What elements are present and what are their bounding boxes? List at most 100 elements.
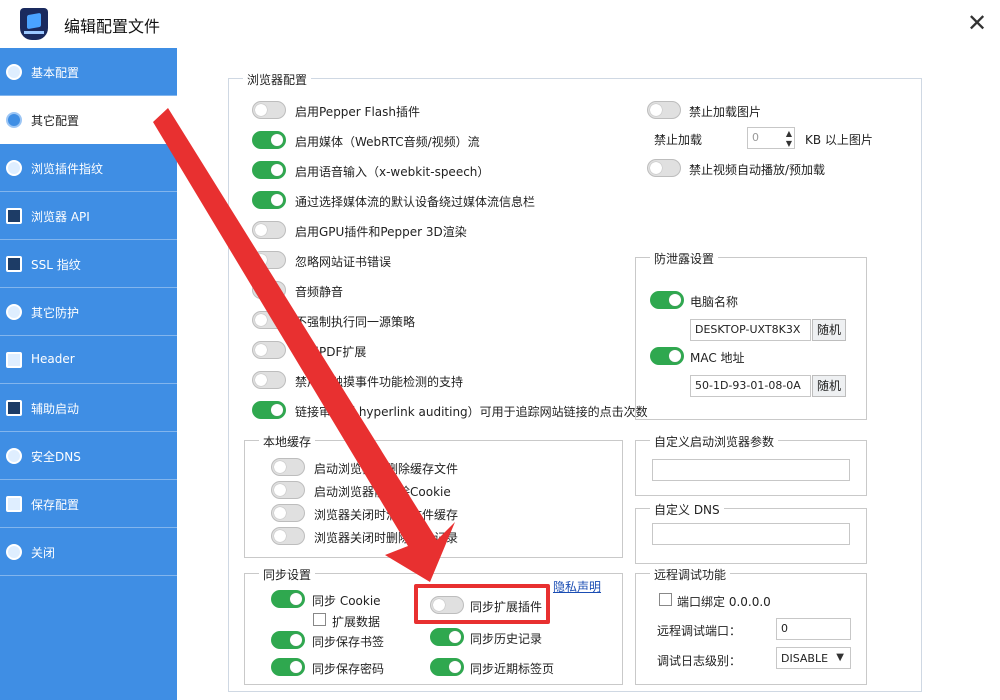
mac-address-field[interactable]: 50-1D-93-01-08-0A xyxy=(690,375,811,397)
toggle-label: 同步保存密码 xyxy=(312,662,385,676)
sidebar-item-api[interactable]: 浏览器 API xyxy=(0,192,177,240)
toggle-label: 同步 Cookie xyxy=(312,594,381,608)
group-legend: 远程调试功能 xyxy=(650,566,731,583)
chevron-down-icon: ▼ xyxy=(836,652,844,663)
toggle-sync-recent-tabs[interactable] xyxy=(430,658,464,676)
spin-down-icon[interactable]: ▼ xyxy=(786,139,792,148)
toggle-block-autoplay[interactable] xyxy=(647,159,681,177)
checkbox-label: 端口绑定 0.0.0.0 xyxy=(677,595,771,609)
sidebar-item-close[interactable]: 关闭 xyxy=(0,528,177,576)
group-legend: 本地缓存 xyxy=(259,433,316,450)
toggle-hyperlink-audit[interactable] xyxy=(252,401,286,419)
toggle-label: 音频静音 xyxy=(295,285,344,299)
custom-dns-input[interactable] xyxy=(652,523,850,545)
sidebar-item-label: 安全DNS xyxy=(31,450,81,464)
toggle-sync-history[interactable] xyxy=(430,628,464,646)
sidebar-item-launch[interactable]: 辅助启动 xyxy=(0,384,177,432)
toggle-label: 通过选择媒体流的默认设备绕过媒体流信息栏 xyxy=(295,195,536,209)
custom-params-input[interactable] xyxy=(652,459,850,481)
sidebar-item-label: 其它防护 xyxy=(31,306,80,320)
group-legend: 自定义 DNS xyxy=(650,501,724,518)
sidebar-item-other[interactable]: 其它配置 xyxy=(0,96,177,144)
group-legend: 同步设置 xyxy=(259,566,316,583)
sidebar: 基本配置 其它配置 浏览插件指纹 浏览器 API SSL 指纹 其它防护 Hea… xyxy=(0,48,177,700)
group-legend: 防泄露设置 xyxy=(650,250,719,267)
toggle-label: 电脑名称 xyxy=(690,295,739,309)
block-size-suffix: KB 以上图片 xyxy=(805,133,873,147)
highlight-box xyxy=(414,584,550,624)
toggle-clear-cookie[interactable] xyxy=(271,481,305,499)
toggle-label: 同步历史记录 xyxy=(470,632,543,646)
close-icon[interactable]: ✕ xyxy=(964,10,990,36)
sidebar-item-basic[interactable]: 基本配置 xyxy=(0,48,177,96)
debug-port-input[interactable]: 0 xyxy=(776,618,851,640)
toggle-gpu[interactable] xyxy=(252,221,286,239)
spin-up-icon[interactable]: ▲ xyxy=(786,129,792,138)
random-computer-name-button[interactable]: 随机 xyxy=(812,319,846,341)
header-icon xyxy=(6,352,22,368)
toggle-label: 启动浏览器前删除Cookie xyxy=(314,485,451,499)
toggle-label: 禁用对触摸事件功能检测的支持 xyxy=(295,375,464,389)
privacy-link[interactable]: 隐私声明 xyxy=(553,578,601,595)
toggle-media-bypass[interactable] xyxy=(252,191,286,209)
app-logo-icon xyxy=(20,8,48,40)
toggle-sync-cookie[interactable] xyxy=(271,590,305,608)
toggle-label: 禁用PDF扩展 xyxy=(295,345,367,359)
toggle-label: 启用GPU插件和Pepper 3D渲染 xyxy=(295,225,467,239)
toggle-pdf[interactable] xyxy=(252,341,286,359)
toggle-same-origin[interactable] xyxy=(252,311,286,329)
toggle-block-images[interactable] xyxy=(647,101,681,119)
toggle-mac[interactable] xyxy=(650,347,684,365)
ext-data-checkbox[interactable] xyxy=(313,613,326,626)
block-size-prefix: 禁止加载 xyxy=(654,133,703,147)
toggle-label: 忽略网站证书错误 xyxy=(295,255,392,269)
sidebar-item-plugins[interactable]: 浏览插件指纹 xyxy=(0,144,177,192)
sidebar-item-dns[interactable]: 安全DNS xyxy=(0,432,177,480)
cmd-icon xyxy=(6,400,22,416)
toggle-clear-cache[interactable] xyxy=(271,458,305,476)
sidebar-item-ssl[interactable]: SSL 指纹 xyxy=(0,240,177,288)
toggle-cert-errors[interactable] xyxy=(252,251,286,269)
random-mac-button[interactable]: 随机 xyxy=(812,375,846,397)
computer-name-field[interactable]: DESKTOP-UXT8K3X xyxy=(690,319,811,341)
api-icon xyxy=(6,208,22,224)
sidebar-item-protection[interactable]: 其它防护 xyxy=(0,288,177,336)
sidebar-item-label: 辅助启动 xyxy=(31,402,80,416)
toggle-clean-files[interactable] xyxy=(271,504,305,522)
window-title: 编辑配置文件 xyxy=(64,17,161,36)
toggle-sync-bookmarks[interactable] xyxy=(271,631,305,649)
sidebar-item-label: 浏览插件指纹 xyxy=(31,162,104,176)
toggle-label: 启用媒体（WebRTC音频/视频）流 xyxy=(295,135,480,149)
group-legend: 自定义启动浏览器参数 xyxy=(650,433,779,450)
title-bar: 编辑配置文件 ✕ xyxy=(0,0,1000,48)
block-size-spinner[interactable]: 0 ▲ ▼ xyxy=(747,127,795,149)
checkbox-label: 扩展数据 xyxy=(332,615,381,629)
toggle-sync-passwords[interactable] xyxy=(271,658,305,676)
sidebar-item-save[interactable]: 保存配置 xyxy=(0,480,177,528)
sidebar-item-label: 其它配置 xyxy=(31,114,80,128)
compass-icon xyxy=(6,64,22,80)
sidebar-item-label: 浏览器 API xyxy=(31,210,90,224)
toggle-clear-history[interactable] xyxy=(271,527,305,545)
toggle-webrtc[interactable] xyxy=(252,131,286,149)
bind-all-checkbox[interactable] xyxy=(659,593,672,606)
toggle-pepper-flash[interactable] xyxy=(252,101,286,119)
toggle-label: 启用语音输入（x-webkit-speech） xyxy=(295,165,490,179)
toggle-label: 同步近期标签页 xyxy=(470,662,555,676)
toggle-label: MAC 地址 xyxy=(690,351,745,365)
save-icon xyxy=(6,496,22,512)
toggle-label: 禁止视频自动播放/预加载 xyxy=(689,163,826,177)
toggle-label: 浏览器关闭时清理文件缓存 xyxy=(314,508,459,522)
log-level-select[interactable]: DISABLE ▼ xyxy=(776,647,851,669)
sidebar-item-header[interactable]: Header xyxy=(0,336,177,384)
toggle-computer-name[interactable] xyxy=(650,291,684,309)
group-legend: 浏览器配置 xyxy=(243,71,312,88)
toggle-label: 启动浏览器前删除缓存文件 xyxy=(314,462,459,476)
toggle-label: 不强制执行同一源策略 xyxy=(295,315,416,329)
select-value: DISABLE xyxy=(781,652,829,665)
toggle-speech[interactable] xyxy=(252,161,286,179)
toggle-label: 同步保存书签 xyxy=(312,635,385,649)
toggle-label: 禁止加载图片 xyxy=(689,105,762,119)
toggle-mute[interactable] xyxy=(252,281,286,299)
toggle-touch[interactable] xyxy=(252,371,286,389)
